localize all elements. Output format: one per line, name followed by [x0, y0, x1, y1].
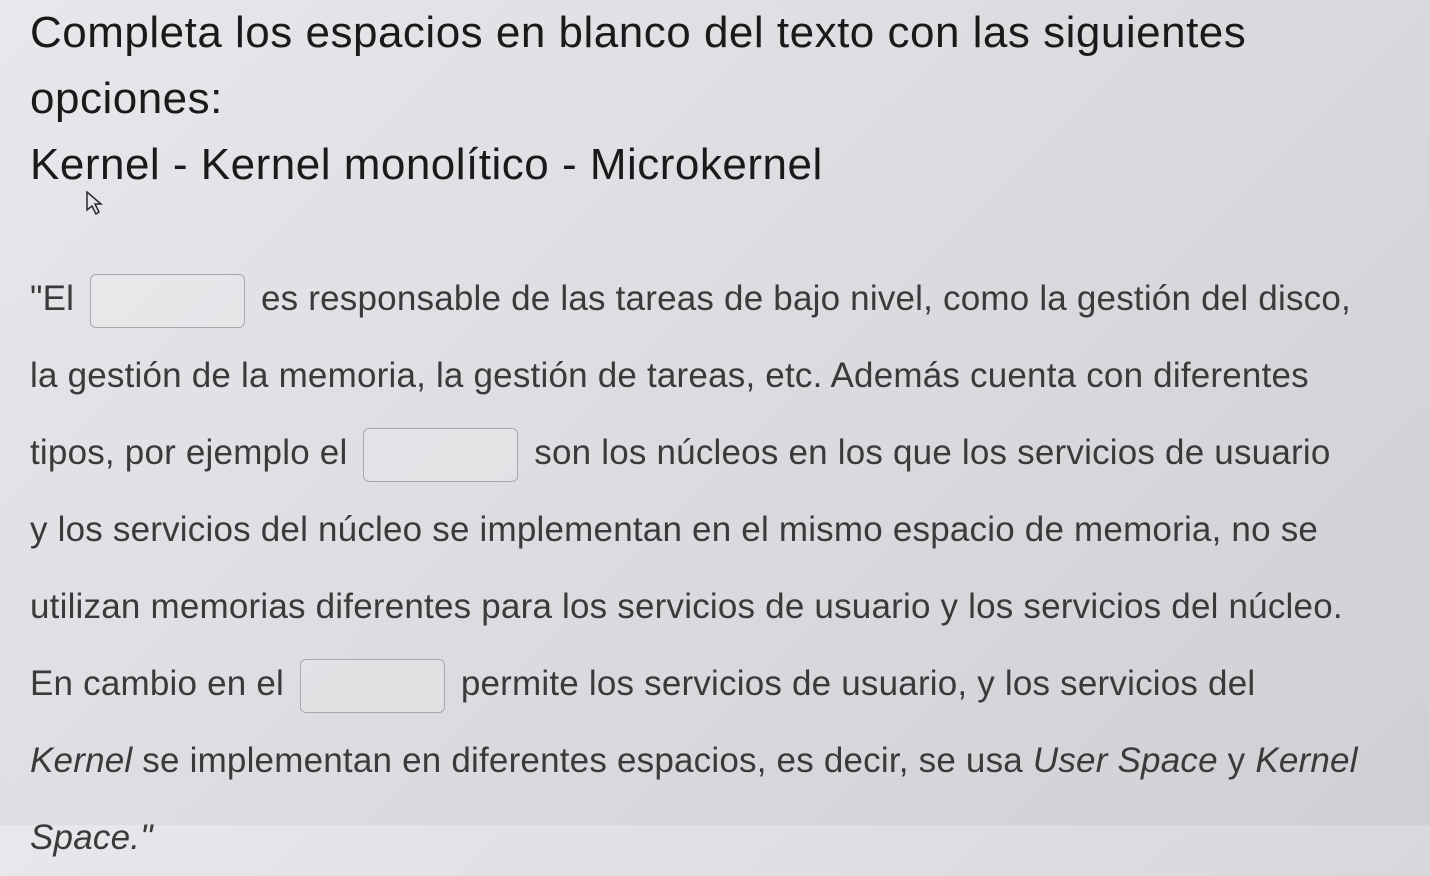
text-seg7-kernelspace: Kernel [1255, 741, 1357, 780]
text-seg4: y los servicios del núcleo se implementa… [30, 510, 1318, 549]
instruction-line2: opciones: [30, 74, 223, 123]
text-seg5: utilizan memorias diferentes para los se… [30, 587, 1343, 626]
text-seg2: la gestión de la memoria, la gestión de … [30, 356, 1309, 395]
text-seg7-kernel: Kernel [30, 741, 132, 780]
instruction-text: Completa los espacios en blanco del text… [30, 0, 1400, 132]
blank-input-2[interactable] [363, 428, 518, 482]
text-seg3-suffix: son los núcleos en los que los servicios… [524, 433, 1330, 472]
options-list: Kernel - Kernel monolítico - Microkernel [30, 140, 1400, 190]
text-seg6-prefix: En cambio en el [30, 664, 294, 703]
blank-input-1[interactable] [90, 274, 245, 328]
text-seg6-suffix: permite los servicios de usuario, y los … [451, 664, 1255, 703]
text-seg7-y: y [1218, 741, 1256, 780]
text-seg7-mid: se implementan en diferentes espacios, e… [132, 741, 1033, 780]
text-seg1-prefix: "El [30, 279, 84, 318]
instruction-line1: Completa los espacios en blanco del text… [30, 8, 1246, 57]
text-seg8-space: Space." [30, 818, 153, 857]
text-seg1-suffix: es responsable de las tareas de bajo niv… [251, 279, 1351, 318]
blank-input-3[interactable] [300, 659, 445, 713]
text-seg3-prefix: tipos, por ejemplo el [30, 433, 357, 472]
fill-in-paragraph: "El es responsable de las tareas de bajo… [30, 260, 1400, 876]
mouse-cursor-icon [85, 190, 105, 216]
text-seg7-userspace: User Space [1033, 741, 1218, 780]
